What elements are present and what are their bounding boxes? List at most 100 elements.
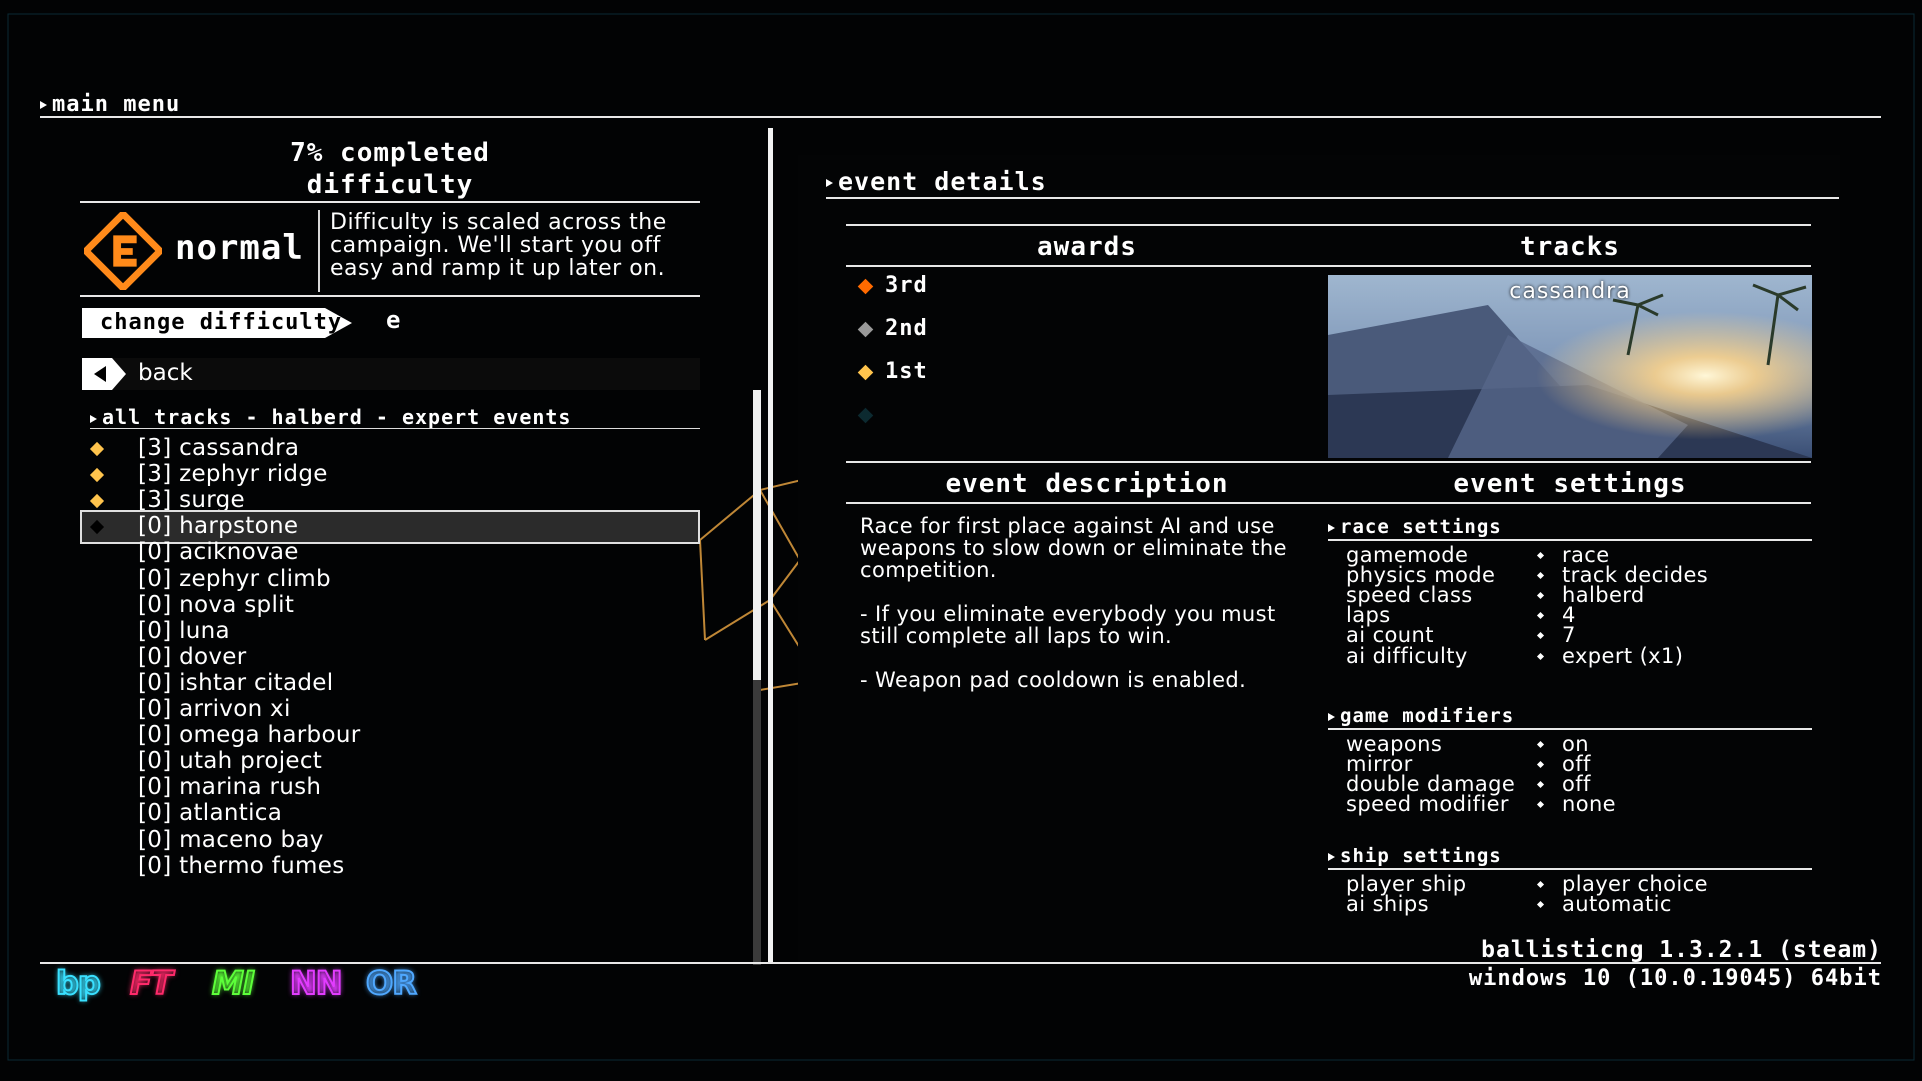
track-name: [0] thermo fumes	[138, 852, 345, 879]
award-1st: 1st	[857, 359, 928, 384]
mi-logo: MI	[211, 963, 256, 1003]
back-label: back	[138, 360, 193, 386]
track-name: [0] zephyr climb	[138, 565, 331, 592]
description-paragraph: Race for first place against AI and use …	[860, 514, 1287, 582]
bullet-icon	[1536, 592, 1545, 600]
track-preview-name: cassandra	[1509, 279, 1631, 304]
track-list-header-text: all tracks - halberd - expert events	[102, 405, 572, 429]
arrow-icon	[1328, 852, 1335, 861]
bullet-icon	[1536, 740, 1545, 749]
track-name: [0] luna	[138, 617, 230, 644]
or-logo: OR	[365, 963, 418, 1003]
track-list-item[interactable]: [0] thermo fumes	[82, 852, 698, 882]
arrow-icon	[1328, 523, 1335, 532]
top-divider	[40, 116, 1881, 118]
track-name: [0] arrivon xi	[138, 696, 291, 722]
award-gem-icon	[857, 278, 874, 294]
campaign-panel: 7% completed difficulty normal Difficult…	[80, 130, 700, 963]
back-arrow-icon	[82, 358, 126, 390]
setting-row: speed modifier none	[1346, 792, 1816, 816]
game-modifiers-heading: game modifiers	[1328, 705, 1514, 727]
award-gem-icon	[857, 364, 874, 380]
race-settings-heading-text: race settings	[1340, 516, 1502, 538]
award-gem-icon	[857, 407, 874, 423]
award-gem-icon	[89, 468, 105, 483]
bullet-icon	[1536, 612, 1545, 620]
setting-value: expert (x1)	[1562, 643, 1684, 668]
track-name: [0] harpstone	[138, 513, 299, 540]
event-description: Race for first place against AI and use …	[860, 515, 1290, 713]
track-list-header: all tracks - halberd - expert events	[90, 405, 571, 429]
track-name: [0] omega harbour	[138, 722, 361, 749]
awards-heading: awards	[1037, 232, 1137, 262]
main-menu-label[interactable]: main menu	[40, 92, 180, 117]
divider	[80, 295, 700, 297]
setting-name: ai difficulty	[1346, 643, 1468, 668]
divider	[318, 210, 320, 292]
divider	[846, 502, 1811, 504]
award-platinum-locked	[857, 402, 885, 427]
divider	[846, 461, 1811, 463]
change-difficulty-button[interactable]: change difficulty	[82, 308, 352, 338]
difficulty-description: Difficulty is scaled across the campaign…	[330, 210, 667, 281]
tracks-heading: tracks	[1520, 232, 1620, 262]
setting-value: none	[1562, 792, 1616, 817]
difficulty-badge-icon	[84, 212, 162, 290]
divider	[826, 197, 1839, 199]
arrow-icon	[826, 179, 833, 187]
award-2nd: 2nd	[857, 316, 928, 341]
award-gem-icon	[89, 494, 105, 509]
race-settings-heading: race settings	[1328, 516, 1502, 538]
divider	[846, 224, 1811, 226]
divider	[80, 201, 700, 203]
divider	[846, 265, 1811, 267]
track-name: [0] utah project	[138, 748, 323, 775]
award-label: 1st	[885, 359, 928, 384]
track-name: [0] dover	[138, 643, 247, 670]
award-3rd: 3rd	[857, 273, 928, 298]
completion-percent: 7% completed	[290, 138, 490, 168]
divider	[1328, 728, 1812, 730]
ship-settings-heading-text: ship settings	[1340, 845, 1502, 867]
change-difficulty-keybind: e	[386, 306, 402, 334]
event-details-panel: event details awards tracks 3rd 2nd 1st	[798, 155, 1840, 963]
scrollbar-thumb[interactable]	[753, 390, 761, 680]
ship-settings-heading: ship settings	[1328, 845, 1502, 867]
track-name: [0] aciknovae	[138, 539, 299, 566]
divider	[90, 428, 700, 429]
track-name: [3] surge	[138, 487, 245, 514]
track-name: [3] cassandra	[138, 435, 300, 461]
award-gem-icon	[89, 441, 105, 457]
arrow-icon	[90, 414, 97, 423]
track-name: [0] nova split	[138, 591, 295, 618]
divider	[1328, 539, 1812, 541]
bullet-icon	[1536, 632, 1545, 640]
setting-name: speed modifier	[1346, 792, 1509, 817]
bullet-icon	[1536, 801, 1545, 809]
bullet-icon	[1536, 901, 1545, 909]
setting-value: automatic	[1562, 892, 1672, 917]
os-info-label: windows 10 (10.0.19045) 64bit	[1468, 966, 1882, 991]
difficulty-name: normal	[175, 228, 304, 268]
bullet-icon	[1536, 781, 1545, 789]
divider	[1328, 868, 1812, 870]
bullet-icon	[1536, 880, 1545, 889]
event-description-heading: event description	[945, 469, 1229, 499]
bullet-icon	[1536, 761, 1545, 769]
description-paragraph: - Weapon pad cooldown is enabled.	[860, 668, 1247, 692]
track-name: [3] zephyr ridge	[138, 461, 328, 488]
event-details-title-text: event details	[838, 167, 1047, 196]
setting-name: ai ships	[1346, 892, 1429, 917]
bullet-icon	[1536, 652, 1545, 660]
ft-logo: FT	[129, 963, 174, 1003]
track-list: [3] cassandra [3] zephyr ridge [3] surge [0…	[80, 432, 700, 962]
panel-divider	[768, 128, 773, 964]
award-label: 3rd	[885, 273, 928, 298]
description-paragraph: - If you eliminate everybody you must st…	[860, 602, 1276, 648]
difficulty-title: difficulty	[306, 170, 474, 200]
track-name: [0] atlantica	[138, 800, 283, 827]
bp-logo: bp	[55, 963, 102, 1003]
bullet-icon	[1536, 551, 1545, 560]
event-details-title: event details	[826, 167, 1047, 196]
award-gem-icon	[857, 321, 874, 337]
